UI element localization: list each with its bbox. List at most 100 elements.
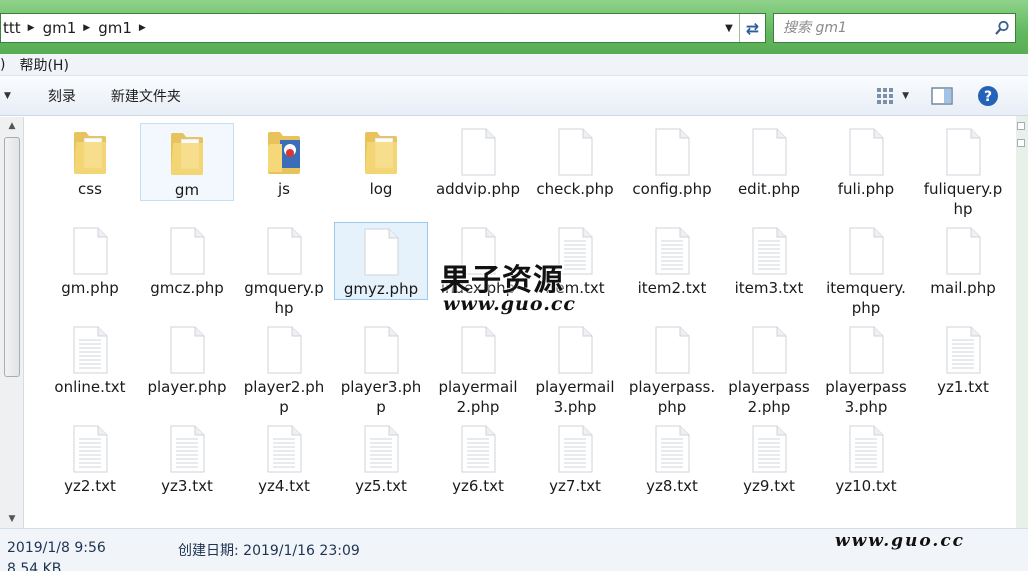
file-item[interactable]: player.php [140,321,234,397]
file-name: yz3.txt [161,477,213,495]
file-item[interactable]: item2.txt [625,222,719,298]
file-item[interactable]: itemquery.php [819,222,913,318]
file-item[interactable]: gmyz.php [334,222,428,300]
file-item[interactable]: yz2.txt [43,420,137,496]
file-item[interactable]: yz3.txt [140,420,234,496]
file-item[interactable]: player2.php [237,321,331,417]
file-icon [237,222,331,278]
file-item[interactable]: item3.txt [722,222,816,298]
file-item[interactable]: yz6.txt [431,420,525,496]
text-file-icon [237,420,331,476]
menu-bar: ) 帮助(H) [0,54,1028,76]
folder-icon [237,123,331,179]
toolbar: ▼ 刻录 新建文件夹 ▼ ? [0,76,1028,116]
file-item[interactable]: gmquery.php [237,222,331,318]
chevron-down-icon[interactable]: ▼ [902,91,909,101]
file-icon [722,123,816,179]
folder-item[interactable]: log [334,123,428,199]
file-item[interactable]: yz7.txt [528,420,622,496]
file-name: yz1.txt [937,378,989,396]
address-bar[interactable]: ttt ▶ gm1 ▶ gm1 ▶ ▼ ⇄ [0,13,766,43]
breadcrumb-item[interactable]: gm1 [98,19,132,37]
file-item[interactable]: gm.php [43,222,137,298]
file-item[interactable]: addvip.php [431,123,525,199]
file-item[interactable]: playermail2.php [431,321,525,417]
new-folder-button[interactable]: 新建文件夹 [111,86,181,106]
file-item[interactable]: playerpass.php [625,321,719,417]
file-name: playerpass2.php [728,378,810,416]
file-name: playerpass3.php [825,378,907,416]
file-name: check.php [536,180,614,198]
file-item[interactable]: gmcz.php [140,222,234,298]
file-name: gmquery.php [244,279,324,317]
menu-item-help[interactable]: 帮助(H) [19,55,68,75]
file-item[interactable]: playermail3.php [528,321,622,417]
file-item[interactable]: yz8.txt [625,420,719,496]
chevron-right-icon[interactable]: ▶ [139,23,146,33]
scroll-thumb[interactable] [4,137,20,377]
chevron-down-icon[interactable]: ▼ [4,91,11,101]
edge-marker [1017,139,1025,147]
file-item[interactable]: yz1.txt [916,321,1010,397]
folder-item[interactable]: gm [140,123,234,201]
vertical-scrollbar[interactable]: ▲ ▼ [0,117,24,528]
file-icon [722,321,816,377]
file-icon [334,321,428,377]
file-item[interactable]: edit.php [722,123,816,199]
text-file-icon [43,420,137,476]
file-name: config.php [632,180,712,198]
file-item[interactable]: player3.php [334,321,428,417]
scroll-up-icon[interactable]: ▲ [0,117,24,135]
file-item[interactable]: playerpass3.php [819,321,913,417]
file-name: css [78,180,102,198]
text-file-icon [722,420,816,476]
search-input[interactable] [774,15,989,41]
help-icon[interactable]: ? [977,85,999,107]
file-icon [140,222,234,278]
file-name: item2.txt [637,279,707,297]
scroll-down-icon[interactable]: ▼ [0,510,24,528]
folder-item[interactable]: js [237,123,331,199]
preview-pane-icon[interactable] [931,87,953,105]
file-name: yz10.txt [835,477,897,495]
file-name: yz4.txt [258,477,310,495]
file-item[interactable]: yz10.txt [819,420,913,496]
breadcrumb-item[interactable]: ttt [3,19,21,37]
file-item[interactable]: yz5.txt [334,420,428,496]
text-file-icon [43,321,137,377]
file-item[interactable]: mail.php [916,222,1010,298]
chevron-right-icon[interactable]: ▶ [83,23,90,33]
folder-item[interactable]: css [43,123,137,199]
chevron-down-icon[interactable]: ▼ [719,23,739,34]
file-item[interactable]: check.php [528,123,622,199]
file-icon [819,321,913,377]
chevron-right-icon[interactable]: ▶ [28,23,35,33]
text-file-icon [722,222,816,278]
view-options-icon[interactable] [876,87,894,105]
file-icon [140,321,234,377]
created-date: 创建日期: 2019/1/16 23:09 [178,540,360,560]
file-item[interactable]: fuli.php [819,123,913,199]
right-edge [1016,116,1028,528]
file-item[interactable]: config.php [625,123,719,199]
file-name: playermail2.php [438,378,518,416]
file-icon [431,123,525,179]
menu-item-view[interactable]: ) [0,57,5,73]
file-name: online.txt [54,378,126,396]
file-item[interactable]: yz4.txt [237,420,331,496]
file-item[interactable]: yz9.txt [722,420,816,496]
burn-button[interactable]: 刻录 [48,86,76,106]
file-item[interactable]: fuliquery.php [916,123,1010,219]
text-file-icon [334,420,428,476]
file-item[interactable]: online.txt [43,321,137,397]
search-icon[interactable] [989,20,1015,36]
watermark-url: www.guo.cc [443,293,576,315]
file-name: player2.php [243,378,325,416]
created-value: 2019/1/16 23:09 [243,543,360,559]
status-bar: 2019/1/8 9:56 创建日期: 2019/1/16 23:09 8.54… [0,528,1028,571]
refresh-icon[interactable]: ⇄ [739,14,765,42]
file-name: playermail3.php [535,378,615,416]
breadcrumb-item[interactable]: gm1 [43,19,77,37]
file-item[interactable]: playerpass2.php [722,321,816,417]
file-name: player3.php [340,378,422,416]
